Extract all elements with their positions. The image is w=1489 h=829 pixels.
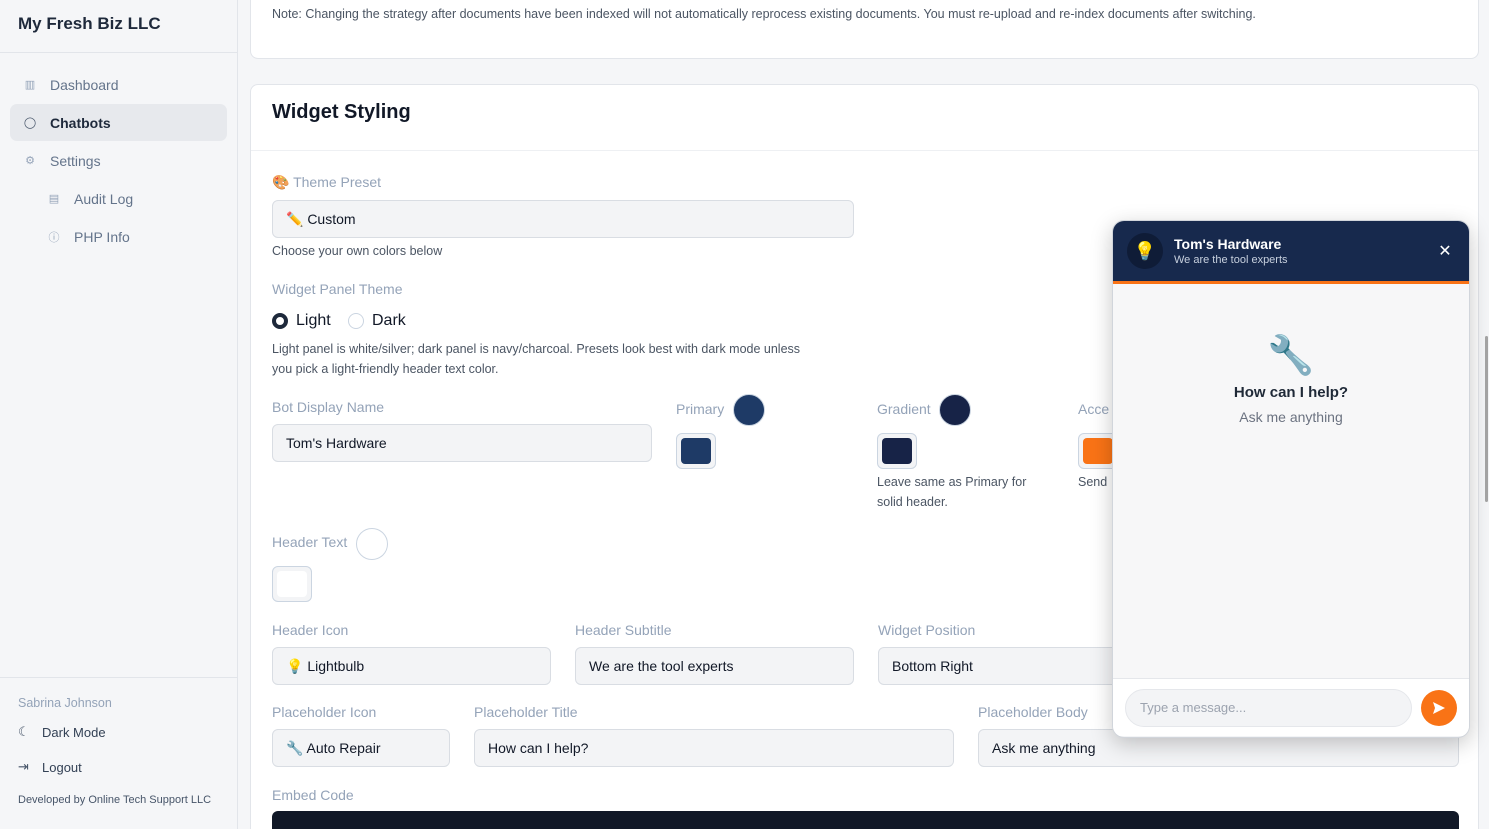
- chat-widget-body: 🔧 How can I help? Ask me anything: [1113, 284, 1469, 678]
- sidebar-item-label: Dashboard: [50, 76, 119, 93]
- sidebar-item-label: Chatbots: [50, 114, 111, 131]
- document-icon: ▤: [48, 193, 60, 205]
- sidebar-item-settings[interactable]: ⚙ Settings: [10, 142, 227, 179]
- radio-dark-label: Dark: [372, 312, 406, 329]
- panel-theme-help-2: you pick a light-friendly header text co…: [272, 362, 499, 376]
- accent-label: Acce: [1078, 401, 1110, 417]
- logout-label: Logout: [42, 759, 82, 775]
- strategy-card: Note: Changing the strategy after docume…: [250, 0, 1479, 59]
- chat-widget-titles: Tom's Hardware We are the tool experts: [1174, 236, 1435, 266]
- panel-theme-help-1: Light panel is white/silver; dark panel …: [272, 342, 801, 356]
- brand-name[interactable]: My Fresh Biz LLC: [0, 0, 237, 53]
- chat-widget-preview: 💡 Tom's Hardware We are the tool experts…: [1112, 220, 1470, 738]
- dark-mode-label: Dark Mode: [42, 724, 106, 740]
- bot-name-input[interactable]: Tom's Hardware: [272, 424, 652, 462]
- gradient-color-picker[interactable]: [877, 433, 917, 469]
- header-text-color-picker[interactable]: [272, 566, 312, 602]
- gradient-label: Gradient: [877, 401, 931, 417]
- chat-placeholder-body: Ask me anything: [1239, 409, 1343, 425]
- sidebar-item-audit-log[interactable]: ▤ Audit Log: [10, 180, 227, 217]
- chat-widget-header: 💡 Tom's Hardware We are the tool experts…: [1113, 221, 1469, 284]
- placeholder-body-label: Placeholder Body: [978, 704, 1088, 720]
- sidebar-nav: ▥ Dashboard ◯ Chatbots ⚙ Settings ▤ Audi…: [0, 53, 237, 255]
- gradient-help-2: solid header.: [877, 495, 948, 509]
- strategy-note: Note: Changing the strategy after docume…: [272, 7, 1256, 21]
- panel-theme-label: Widget Panel Theme: [272, 281, 403, 297]
- header-text-color-preview: [356, 528, 388, 560]
- sidebar: My Fresh Biz LLC ▥ Dashboard ◯ Chatbots …: [0, 0, 238, 829]
- developer-credit[interactable]: Developed by Online Tech Support LLC: [18, 794, 219, 806]
- placeholder-icon-label: Placeholder Icon: [272, 704, 377, 720]
- placeholder-title-input[interactable]: How can I help?: [474, 729, 954, 767]
- lightbulb-icon: 💡: [1127, 233, 1163, 269]
- placeholder-title-label: Placeholder Title: [474, 704, 578, 720]
- sidebar-item-chatbots[interactable]: ◯ Chatbots: [10, 104, 227, 141]
- sidebar-item-dashboard[interactable]: ▥ Dashboard: [10, 66, 227, 103]
- radio-dark[interactable]: Dark: [348, 312, 406, 330]
- radio-light-indicator[interactable]: [272, 313, 288, 329]
- bot-name-label: Bot Display Name: [272, 399, 385, 415]
- primary-label: Primary: [676, 401, 725, 417]
- chat-widget-subtitle: We are the tool experts: [1174, 254, 1288, 266]
- sidebar-item-label: Audit Log: [74, 190, 134, 207]
- theme-preset-label: 🎨 Theme Preset: [272, 174, 381, 190]
- sidebar-footer: Sabrina Johnson ☾ Dark Mode ⇥ Logout Dev…: [0, 677, 237, 806]
- send-button[interactable]: [1421, 689, 1457, 726]
- sidebar-item-php-info[interactable]: ⓘ PHP Info: [10, 218, 227, 255]
- sidebar-item-label: PHP Info: [74, 228, 130, 245]
- radio-dark-indicator[interactable]: [348, 313, 364, 329]
- header-text-label: Header Text: [272, 534, 348, 550]
- embed-code-block[interactable]: [272, 811, 1459, 829]
- close-icon[interactable]: ✕: [1435, 241, 1455, 261]
- info-icon: ⓘ: [48, 231, 60, 244]
- dark-mode-toggle[interactable]: ☾ Dark Mode: [18, 724, 219, 740]
- gradient-help-1: Leave same as Primary for: [877, 475, 1027, 489]
- moon-icon: ☾: [18, 724, 30, 739]
- logout-link[interactable]: ⇥ Logout: [18, 759, 219, 775]
- widget-position-label: Widget Position: [878, 622, 976, 638]
- radio-light[interactable]: Light: [272, 312, 331, 330]
- header-subtitle-label: Header Subtitle: [575, 622, 672, 638]
- wrench-icon: 🔧: [1267, 335, 1315, 377]
- section-title: Widget Styling: [251, 85, 1478, 151]
- sidebar-item-label: Settings: [50, 152, 101, 169]
- user-name: Sabrina Johnson: [18, 696, 112, 710]
- embed-code-label: Embed Code: [272, 787, 354, 803]
- chat-widget-footer: Type a message...: [1113, 678, 1469, 736]
- page-scrollbar[interactable]: [1485, 336, 1488, 502]
- header-icon-label: Header Icon: [272, 622, 349, 638]
- gear-icon: ⚙: [25, 155, 35, 167]
- primary-color-picker[interactable]: [676, 433, 716, 469]
- logout-icon: ⇥: [18, 759, 29, 774]
- send-icon: [1433, 701, 1445, 714]
- header-icon-select[interactable]: 💡 Lightbulb: [272, 647, 551, 685]
- chat-bubble-icon: ◯: [23, 117, 37, 129]
- header-subtitle-input[interactable]: We are the tool experts: [575, 647, 854, 685]
- accent-help: Send: [1078, 475, 1108, 489]
- bar-chart-icon: ▥: [24, 79, 36, 91]
- theme-preset-help: Choose your own colors below: [272, 244, 443, 258]
- chat-message-input[interactable]: Type a message...: [1125, 688, 1412, 727]
- chat-placeholder-title: How can I help?: [1233, 384, 1349, 401]
- radio-light-label: Light: [296, 312, 331, 329]
- primary-color-preview: [733, 394, 765, 426]
- chat-widget-title: Tom's Hardware: [1174, 236, 1282, 252]
- gradient-color-preview: [939, 394, 971, 426]
- placeholder-icon-select[interactable]: 🔧 Auto Repair: [272, 729, 450, 767]
- theme-preset-select[interactable]: ✏️ Custom: [272, 200, 854, 238]
